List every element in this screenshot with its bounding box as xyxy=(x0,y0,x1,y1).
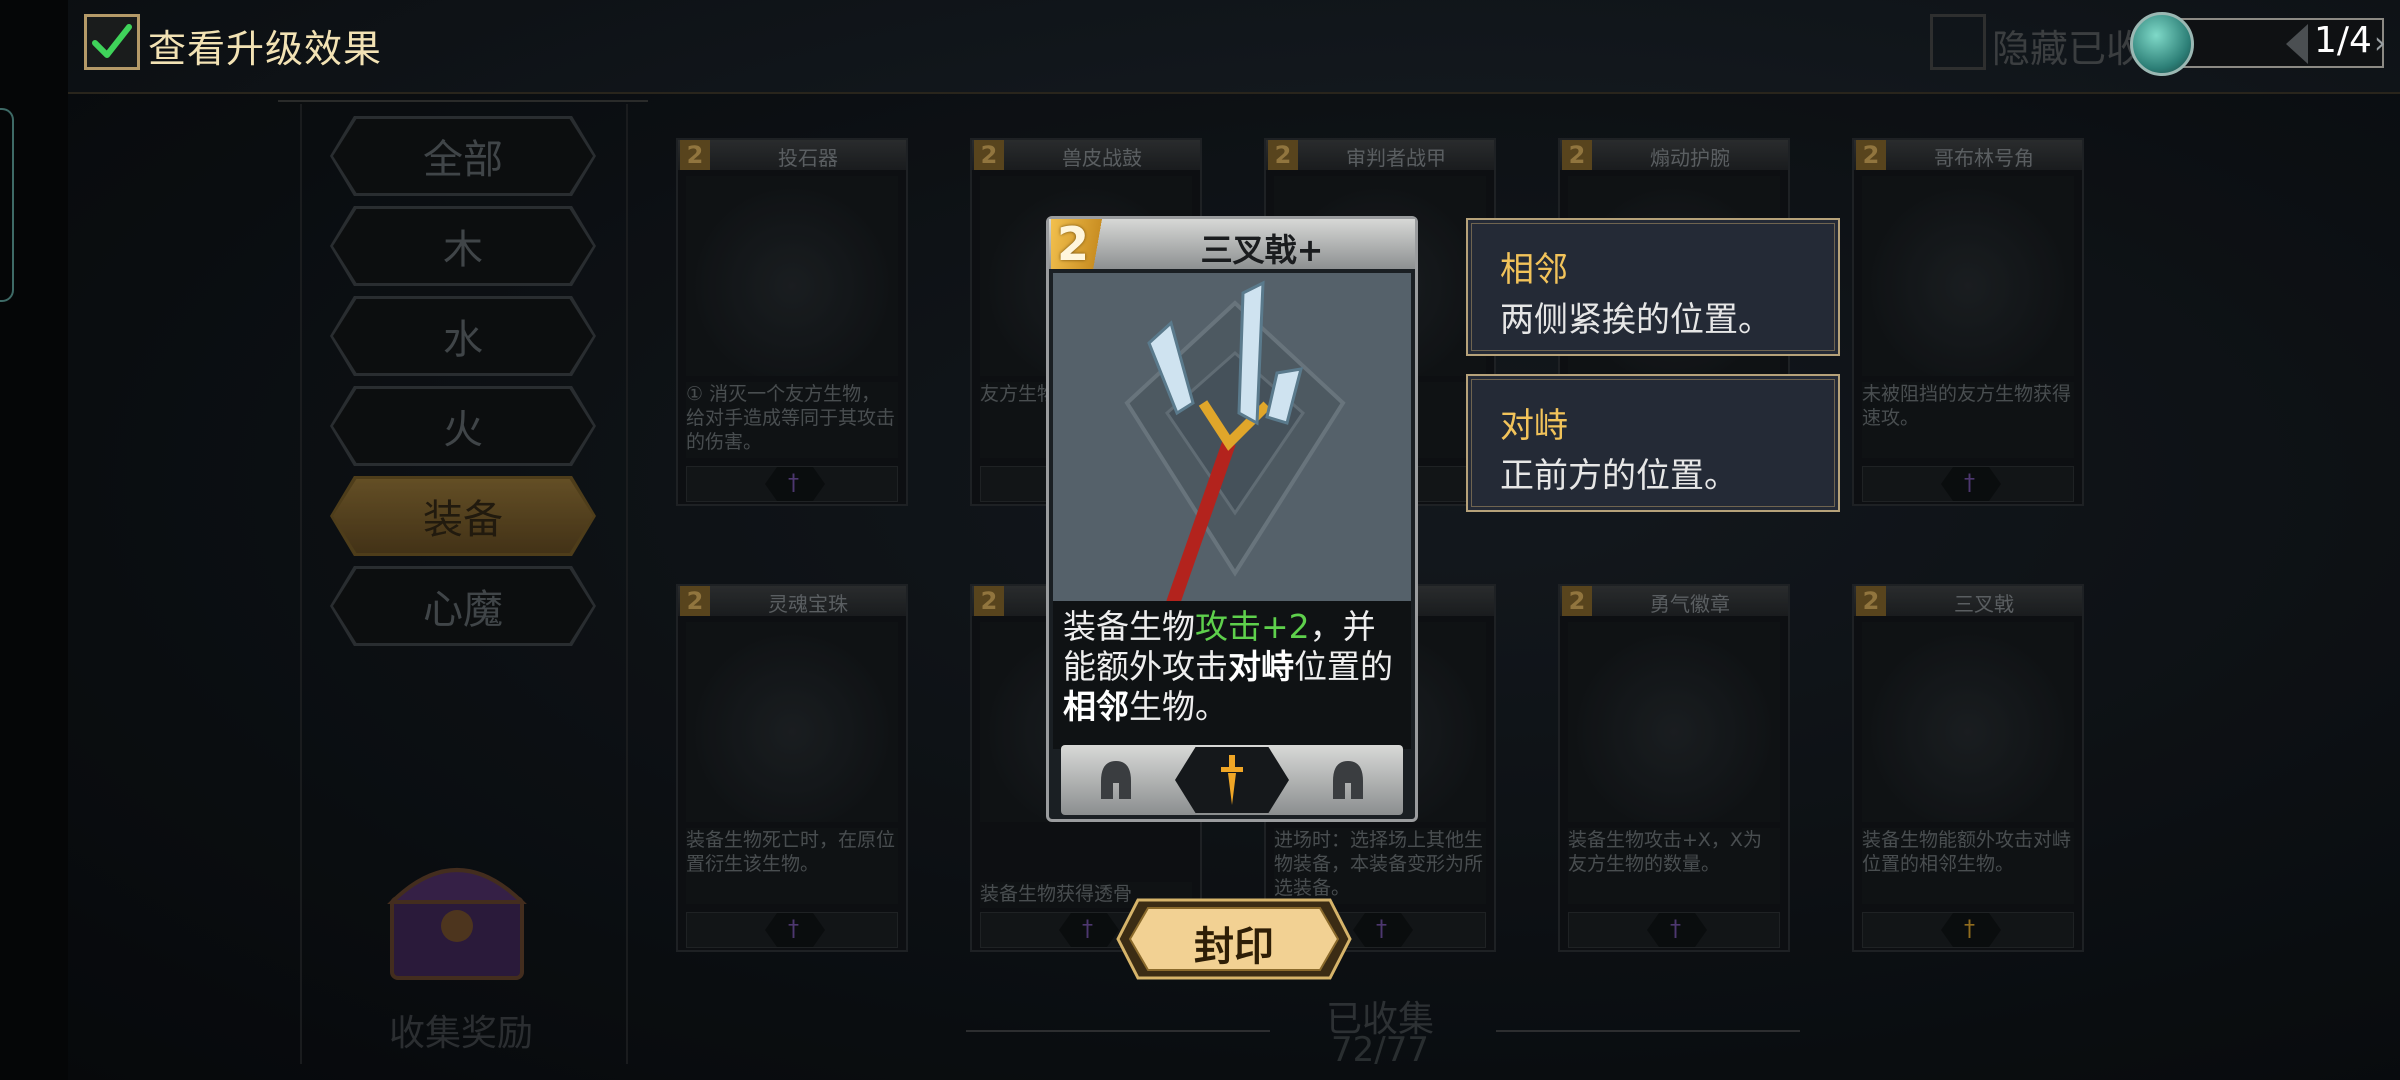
hide-collected-checkbox[interactable] xyxy=(1930,14,1986,70)
show-upgrade-checkbox[interactable] xyxy=(84,14,140,70)
seal-button[interactable]: 封印 xyxy=(1116,914,1352,972)
featured-card-description: 装备生物攻击+2，并能额外攻击对峙位置的相邻生物。 xyxy=(1053,601,1411,749)
helmet-icon xyxy=(1333,761,1363,799)
tooltip-opposing: 对峙 正前方的位置。 xyxy=(1466,374,1840,512)
trident-icon xyxy=(1124,280,1346,606)
helmet-icon xyxy=(1101,761,1131,799)
dagger-icon xyxy=(1221,755,1243,805)
page-indicator: 1/4 xyxy=(2314,20,2372,61)
featured-card-cost-badge: 2 xyxy=(1051,217,1115,271)
tooltip-adjacent: 相邻 两侧紧挨的位置。 xyxy=(1466,218,1840,356)
tooltip-body: 两侧紧挨的位置。 xyxy=(1500,300,1772,340)
desc-text: 装备生物 xyxy=(1063,607,1195,646)
keyword-opposing[interactable]: 对峙 xyxy=(1228,647,1294,686)
desc-text: 位置的 xyxy=(1294,647,1393,686)
side-drawer-tab[interactable] xyxy=(0,108,14,302)
prev-page-icon[interactable] xyxy=(2286,24,2308,64)
tooltip-title: 对峙 xyxy=(1500,406,1568,446)
featured-card-cost: 2 xyxy=(1057,217,1090,271)
featured-card: 2 三叉戟+ 装备生物攻击+2，并能额外攻击对峙位置的相邻生物。 xyxy=(1046,216,1418,822)
center-slot xyxy=(1175,747,1289,813)
featured-card-slot-bar xyxy=(1061,745,1403,815)
desc-text: 生物。 xyxy=(1129,687,1228,726)
checkmark-icon xyxy=(92,24,132,58)
hide-collected-label[interactable]: 隐藏已收 xyxy=(1992,18,2144,73)
desc-attack-bonus: 攻击+2 xyxy=(1195,607,1310,646)
rune-coin-icon xyxy=(2130,12,2194,76)
featured-card-name: 三叉戟+ xyxy=(1200,231,1324,269)
show-upgrade-label[interactable]: 查看升级效果 xyxy=(148,18,382,73)
keyword-adjacent[interactable]: 相邻 xyxy=(1063,687,1129,726)
featured-card-art xyxy=(1053,273,1411,606)
next-page-icon[interactable]: › xyxy=(2374,26,2386,61)
tooltip-title: 相邻 xyxy=(1500,250,1568,290)
tooltip-body: 正前方的位置。 xyxy=(1500,456,1738,496)
